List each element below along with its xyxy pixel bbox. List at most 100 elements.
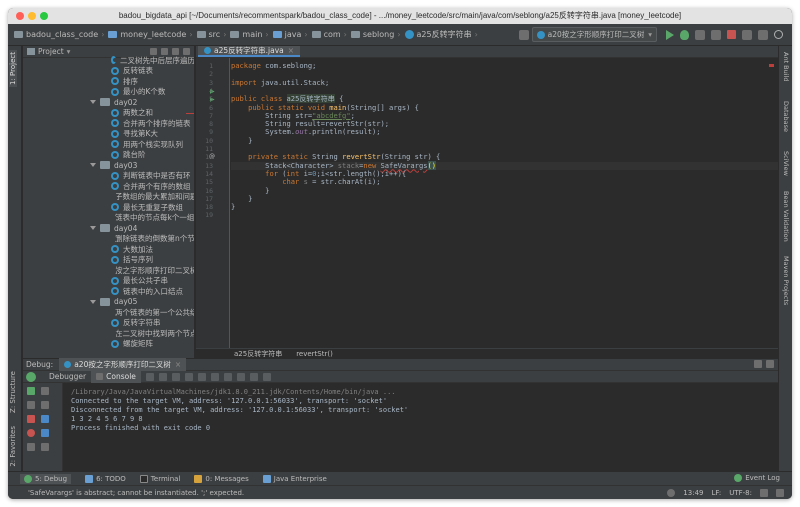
close-icon[interactable]: × [175,360,181,369]
chevron-down-icon[interactable] [90,299,96,304]
coverage-icon[interactable] [695,29,705,40]
java-enterprise-tool-tab[interactable]: Java Enterprise [262,474,327,483]
trace-icon[interactable] [249,372,258,381]
tree-file[interactable]: 大数加法 [23,244,194,255]
tree-file[interactable]: 反转字符串 [23,318,194,329]
tree-folder[interactable]: day02 [23,97,194,108]
tree-file[interactable]: 跳台阶 [23,150,194,161]
tree-folder[interactable]: day04 [23,223,194,234]
tree-file[interactable]: 排序 [23,76,194,87]
tree-folder[interactable]: day05 [23,297,194,308]
caret-position[interactable]: 13:49 [683,489,703,497]
zoom-window-button[interactable] [40,12,48,20]
search-icon[interactable] [774,30,783,39]
debugger-tab[interactable]: Debugger [44,371,91,383]
tree-file[interactable]: 最小的K个数 [23,87,194,98]
breadcrumb-module[interactable]: money_leetcode › [108,30,193,39]
debug-session-tab[interactable]: a20按之字形顺序打印二叉树 × [59,358,187,371]
line-number-gutter[interactable]: ▶ ▶ @ 1 2 3 4 5 6 7 8 9 10 11 12 13 14 15 16 17 18 19 [196,58,230,348]
debug-icon[interactable] [680,29,689,40]
step-into-icon[interactable] [171,372,180,381]
tree-file[interactable]: 括号序列 [23,255,194,266]
trash-icon[interactable] [41,443,49,451]
todo-tool-tab[interactable]: 6: TODO [85,474,126,483]
vcs-icon[interactable] [742,29,752,40]
event-log-tab[interactable]: Event Log [734,474,780,482]
tree-file[interactable]: 寻找第K大 [23,129,194,140]
tree-file[interactable]: 用两个栈实现队列 [23,139,194,150]
tree-file[interactable]: 最长无重复子数组 [23,202,194,213]
console-tab[interactable]: Console [91,370,141,383]
tree-file[interactable]: 链表中的入口结点 [23,286,194,297]
breadcrumb-java[interactable]: java › [272,30,308,39]
tree-file[interactable]: 删除链表的倒数第n个节点 [23,234,194,245]
breadcrumb-main[interactable]: main › [230,30,269,39]
ant-build-tool-tab[interactable]: Ant Build [782,52,790,82]
structure-tool-tab[interactable]: Z: Structure [9,371,17,413]
git-icon[interactable] [776,489,784,497]
step-over-icon[interactable] [158,372,167,381]
code-area[interactable]: package com.seblong; import java.util.St… [231,58,778,348]
minimize-window-button[interactable] [28,12,36,20]
maven-projects-tool-tab[interactable]: Maven Projects [782,256,790,305]
force-step-into-icon[interactable] [184,372,193,381]
chevron-down-icon[interactable] [90,226,96,231]
tree-file[interactable]: 最长公共子串 [23,276,194,287]
footer-method-crumb[interactable]: revertStr() [296,350,333,358]
pause-icon[interactable] [27,401,35,409]
step-out-icon[interactable] [197,372,206,381]
target-icon[interactable] [150,48,157,55]
view-breakpoints-icon[interactable] [27,429,35,437]
tree-file[interactable]: 反转链表 [23,66,194,77]
soft-wraps-icon[interactable] [41,387,49,395]
profile-icon[interactable] [711,29,721,40]
gear-icon[interactable] [754,360,762,368]
gear-icon[interactable] [172,48,179,55]
bean-validation-tool-tab[interactable]: Bean Validation [782,191,790,242]
scroll-end-icon[interactable] [41,401,49,409]
chevron-down-icon[interactable] [90,163,96,168]
tree-file[interactable]: 两数之和 [23,108,194,119]
tree-folder[interactable]: day03 [23,160,194,171]
breadcrumb-com[interactable]: com › [311,30,347,39]
run-to-cursor-icon[interactable] [223,372,232,381]
chevron-down-icon[interactable] [90,100,96,105]
drop-frame-icon[interactable] [210,372,219,381]
rerun-icon[interactable] [26,371,36,382]
breadcrumb-class[interactable]: a25反转字符串 › [404,29,478,40]
line-separator[interactable]: LF: [711,489,721,497]
console-output[interactable]: /Library/Java/JavaVirtualMachines/jdk1.8… [63,383,778,472]
tree-file[interactable]: 链表中的节点每k个一组翻转 [23,213,194,224]
breadcrumb-project[interactable]: badou_class_code › [14,30,104,39]
tree-file[interactable]: 合并两个有序的数组 [23,181,194,192]
editor-tab[interactable]: a25反转字符串.java × [198,46,301,57]
evaluate-icon[interactable] [236,372,245,381]
error-stripe-marker[interactable] [769,64,774,67]
show-execution-point-icon[interactable] [145,372,154,381]
build-icon[interactable] [518,29,529,40]
tree-file[interactable]: 二叉树先中后层序遍历 [23,55,194,66]
clear-all-icon[interactable] [41,429,49,437]
tree-file[interactable]: 两个链表的第一个公共结点 [23,307,194,318]
messages-tool-tab[interactable]: 0: Messages [194,474,249,483]
file-encoding[interactable]: UTF-8: [729,489,752,497]
stop-icon[interactable] [27,415,35,423]
run-configuration-select[interactable]: a20按之字形顺序打印二叉树 ▾ [531,27,657,42]
lock-icon[interactable] [760,489,768,497]
collapse-all-icon[interactable] [161,48,168,55]
project-structure-icon[interactable] [758,29,768,40]
layout-icon[interactable] [262,372,271,381]
breadcrumb-src[interactable]: src › [196,30,226,39]
tree-file[interactable]: 子数组的最大累加和问题 [23,192,194,203]
stop-icon[interactable] [727,30,736,39]
resume-icon[interactable] [27,387,35,395]
tree-file[interactable]: 螺旋矩阵 [23,339,194,350]
hide-icon[interactable] [183,48,190,55]
mute-breakpoints-icon[interactable] [27,443,35,451]
inspection-icon[interactable] [667,489,676,497]
print-icon[interactable] [41,415,49,423]
close-window-button[interactable] [16,12,24,20]
favorites-tool-tab[interactable]: 2: Favorites [9,426,17,467]
project-tool-tab[interactable]: 1: Project [9,50,17,87]
debug-tool-tab[interactable]: 5: Debug [20,473,72,484]
